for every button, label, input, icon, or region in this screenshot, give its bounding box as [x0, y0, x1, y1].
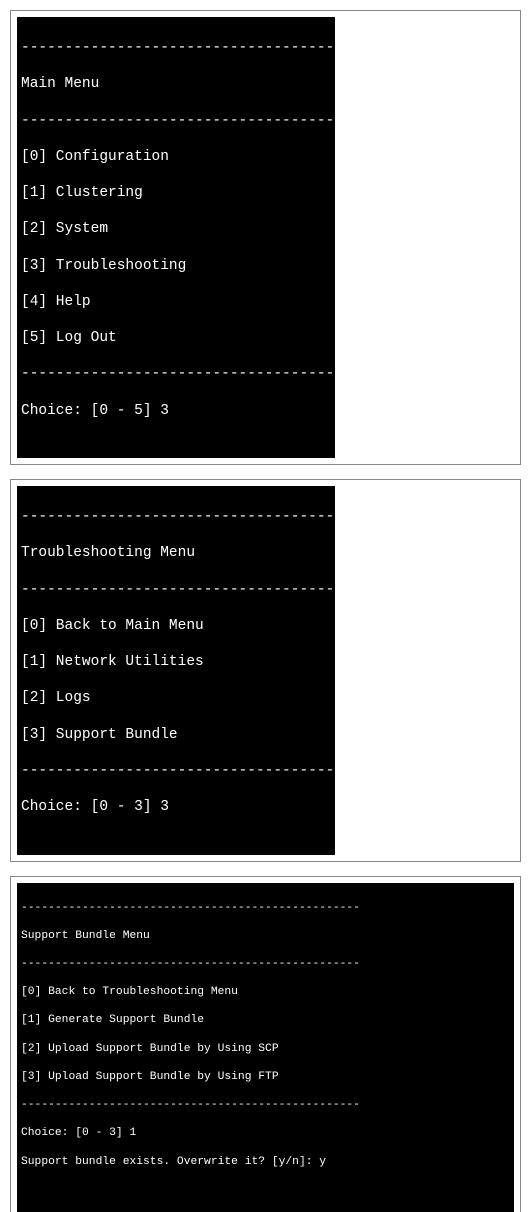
troubleshooting-menu-terminal: ------------------------------------ Tro…	[17, 486, 335, 855]
support-bundle-terminal: ----------------------------------------…	[17, 883, 514, 1212]
choice-input[interactable]: 3	[160, 403, 169, 419]
choice-prompt[interactable]: Choice: [0 - 5] 3	[21, 402, 331, 420]
choice-label: Choice: [0 - 3]	[21, 1127, 129, 1139]
menu-item[interactable]: [2] System	[21, 220, 331, 238]
divider: ------------------------------------	[21, 39, 331, 57]
main-menu-frame: ------------------------------------ Mai…	[10, 10, 521, 465]
menu-title: Support Bundle Menu	[21, 929, 510, 943]
divider: ------------------------------------	[21, 762, 331, 780]
menu-item[interactable]: [1] Generate Support Bundle	[21, 1013, 510, 1027]
support-bundle-frame: ----------------------------------------…	[10, 876, 521, 1212]
menu-title: Main Menu	[21, 75, 331, 93]
progress-message: Support Bundle generation is in progress…	[21, 1211, 510, 1212]
menu-title: Troubleshooting Menu	[21, 544, 331, 562]
choice-input[interactable]: 3	[160, 799, 169, 815]
divider: ----------------------------------------…	[21, 1098, 510, 1112]
menu-item[interactable]: [4] Help	[21, 293, 331, 311]
choice-input[interactable]: 1	[129, 1127, 136, 1139]
menu-item[interactable]: [2] Logs	[21, 689, 331, 707]
choice-prompt[interactable]: Choice: [0 - 3] 1	[21, 1126, 510, 1140]
divider: ------------------------------------	[21, 508, 331, 526]
menu-item[interactable]: [1] Network Utilities	[21, 653, 331, 671]
divider: ----------------------------------------…	[21, 901, 510, 915]
menu-item[interactable]: [3] Upload Support Bundle by Using FTP	[21, 1070, 510, 1084]
divider: ------------------------------------	[21, 581, 331, 599]
choice-prompt[interactable]: Choice: [0 - 3] 3	[21, 798, 331, 816]
menu-item[interactable]: [0] Configuration	[21, 148, 331, 166]
choice-label: Choice: [0 - 5]	[21, 403, 160, 419]
divider: ------------------------------------	[21, 365, 331, 383]
overwrite-input[interactable]: y	[319, 1156, 326, 1168]
divider: ----------------------------------------…	[21, 957, 510, 971]
overwrite-label: Support bundle exists. Overwrite it? [y/…	[21, 1156, 319, 1168]
menu-item[interactable]: [3] Support Bundle	[21, 726, 331, 744]
troubleshooting-menu-frame: ------------------------------------ Tro…	[10, 479, 521, 862]
choice-label: Choice: [0 - 3]	[21, 799, 160, 815]
menu-item[interactable]: [1] Clustering	[21, 184, 331, 202]
blank-line	[21, 1183, 510, 1197]
divider: ------------------------------------	[21, 112, 331, 130]
menu-item[interactable]: [0] Back to Troubleshooting Menu	[21, 985, 510, 999]
menu-item[interactable]: [2] Upload Support Bundle by Using SCP	[21, 1042, 510, 1056]
menu-item[interactable]: [5] Log Out	[21, 329, 331, 347]
overwrite-prompt[interactable]: Support bundle exists. Overwrite it? [y/…	[21, 1155, 510, 1169]
main-menu-terminal: ------------------------------------ Mai…	[17, 17, 335, 458]
menu-item[interactable]: [3] Troubleshooting	[21, 257, 331, 275]
menu-item[interactable]: [0] Back to Main Menu	[21, 617, 331, 635]
